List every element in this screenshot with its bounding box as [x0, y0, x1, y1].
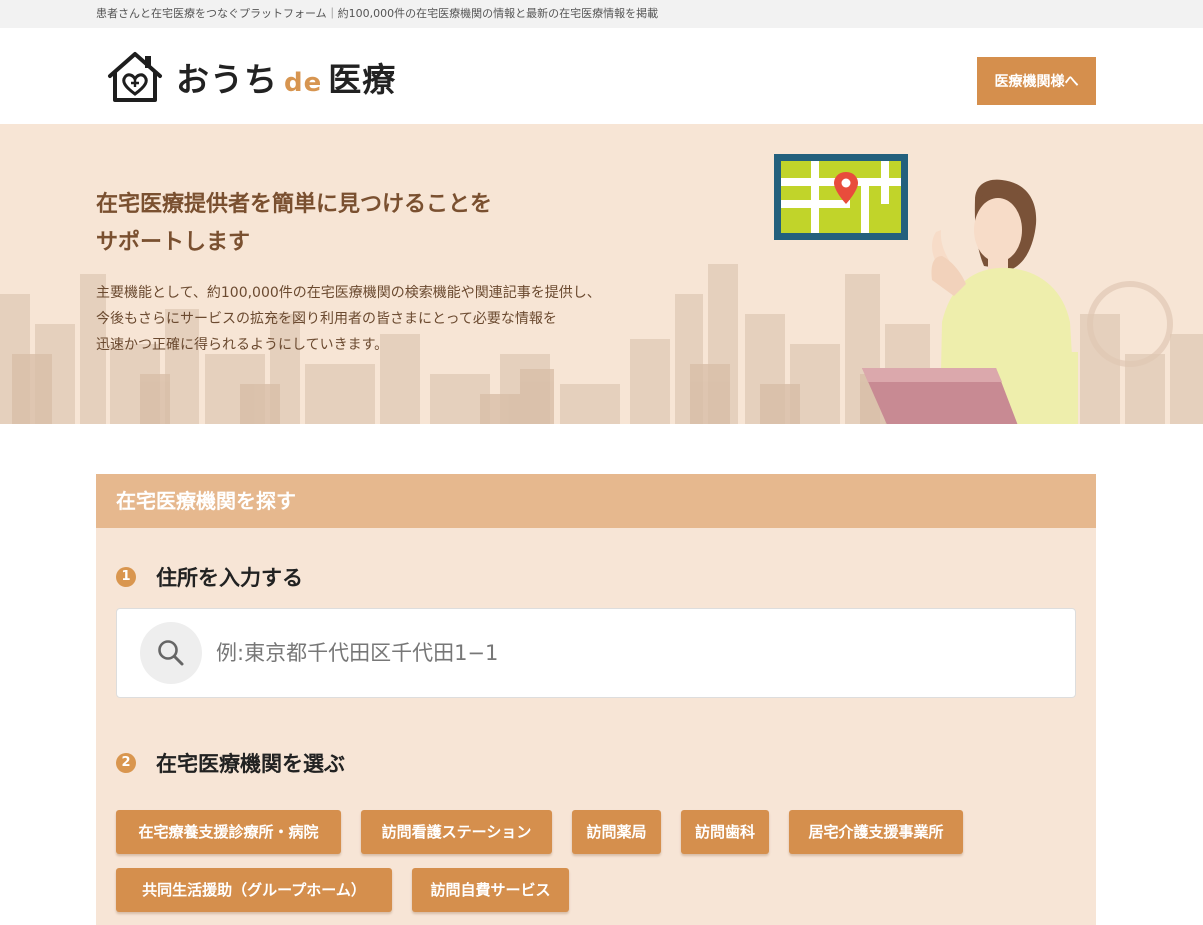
address-search-box[interactable]	[116, 608, 1076, 698]
category-home-care-clinic[interactable]: 在宅療養支援診療所・病院	[116, 810, 341, 854]
hero-section: 在宅医療提供者を簡単に見つけることを サポートします 主要機能として、約100,…	[0, 124, 1203, 424]
logo-text-ouchi: おうち	[176, 60, 278, 99]
step-2-label: 在宅医療機関を選ぶ	[156, 752, 345, 776]
step-1-heading: 1 住所を入力する	[116, 562, 303, 592]
top-info-bar: 患者さんと在宅医療をつなぐプラットフォーム｜約100,000件の在宅医療機関の情…	[0, 0, 1203, 28]
hero-title-line-2: サポートします	[96, 230, 251, 255]
step-2-heading: 2 在宅医療機関を選ぶ	[116, 748, 345, 778]
hero-description-line-1: 主要機能として、約100,000件の在宅医療機関の検索機能や関連記事を提供し、	[96, 285, 601, 301]
address-input[interactable]	[216, 641, 976, 665]
search-button[interactable]	[140, 622, 202, 684]
logo-text-iryou: 医療	[328, 60, 397, 99]
site-header: おうち de 医療 医療機関様へ	[0, 28, 1203, 124]
for-medical-institutions-button[interactable]: 医療機関様へ	[977, 57, 1096, 105]
category-visiting-dental[interactable]: 訪問歯科	[681, 810, 769, 854]
top-info-text: 患者さんと在宅医療をつなぐプラットフォーム｜約100,000件の在宅医療機関の情…	[96, 7, 659, 20]
hero-description-line-3: 迅速かつ正確に得られるようにしていきます。	[96, 337, 389, 353]
search-icon	[158, 640, 184, 666]
hero-title-line-1: 在宅医療提供者を簡単に見つけることを	[96, 192, 493, 217]
category-visiting-nurse-station[interactable]: 訪問看護ステーション	[361, 810, 552, 854]
hero-title: 在宅医療提供者を簡単に見つけることを サポートします	[96, 186, 492, 262]
step-1-number: 1	[116, 567, 136, 587]
category-group-home[interactable]: 共同生活援助（グループホーム）	[116, 868, 392, 912]
hero-description: 主要機能として、約100,000件の在宅医療機関の検索機能や関連記事を提供し、 …	[96, 280, 601, 358]
step-1-label: 住所を入力する	[156, 566, 303, 590]
house-heart-icon	[108, 52, 162, 102]
search-panel: 在宅医療機関を探す 1 住所を入力する 2 在宅医療機関を選ぶ 在宅療養支援診療…	[96, 474, 1096, 925]
logo-text-de: de	[284, 68, 323, 98]
category-visiting-private-service[interactable]: 訪問自費サービス	[412, 868, 569, 912]
hero-description-line-2: 今後もさらにサービスの拡充を図り利用者の皆さまにとって必要な情報を	[96, 311, 557, 327]
category-care-support-office[interactable]: 居宅介護支援事業所	[789, 810, 963, 854]
site-logo[interactable]: おうち de 医療	[104, 48, 396, 106]
logo-wordmark: おうち de 医療	[176, 53, 396, 101]
step-2-number: 2	[116, 753, 136, 773]
woman-with-laptop-illustration	[774, 154, 1078, 424]
category-visiting-pharmacy[interactable]: 訪問薬局	[572, 810, 661, 854]
search-panel-heading: 在宅医療機関を探す	[96, 474, 1096, 528]
